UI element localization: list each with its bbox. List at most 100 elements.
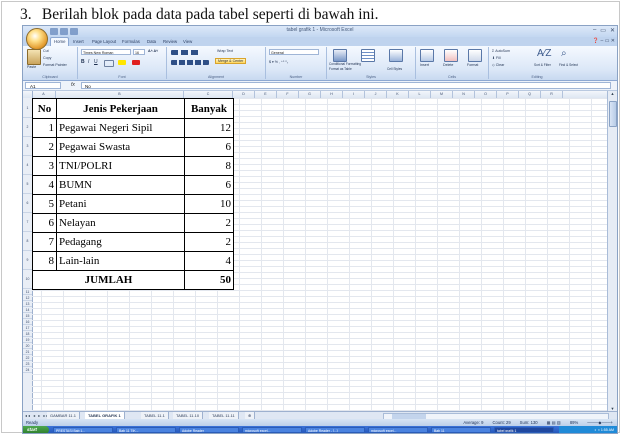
row-header-7[interactable]: 7 xyxy=(23,213,32,232)
column-header-h[interactable]: H xyxy=(321,91,343,98)
cut-button[interactable]: Cut xyxy=(43,49,49,53)
scroll-thumb[interactable] xyxy=(609,101,617,127)
conditional-formatting-button[interactable]: Conditional Formatting xyxy=(329,62,361,66)
row-header-6[interactable]: 6 xyxy=(23,194,32,213)
cell-no[interactable]: 2 xyxy=(32,137,57,157)
cell-job[interactable]: Petani xyxy=(56,194,185,214)
column-header-r[interactable]: R xyxy=(541,91,563,98)
sheet-tab-tabel-11-11[interactable]: TABEL 11.11 xyxy=(209,412,239,419)
format-table-icon[interactable] xyxy=(361,49,375,62)
clear-button[interactable]: ◇ Clear xyxy=(492,63,504,67)
row-header-9[interactable]: 9 xyxy=(23,251,32,270)
row-header-5[interactable]: 5 xyxy=(23,175,32,194)
name-box[interactable]: A1 xyxy=(25,82,61,89)
header-job[interactable]: Jenis Pekerjaan xyxy=(56,98,185,119)
cell-no[interactable]: 1 xyxy=(32,118,57,138)
cell-no[interactable]: 3 xyxy=(32,156,57,176)
sort-filter-button[interactable]: Sort & Filter xyxy=(534,63,551,67)
tab-view[interactable]: View xyxy=(180,38,195,45)
cell-count[interactable]: 2 xyxy=(184,232,234,252)
column-header-a[interactable]: A xyxy=(32,91,56,98)
cell-job[interactable]: Pegawai Swasta xyxy=(56,137,185,157)
grow-font-icon[interactable]: A˄ A˅ xyxy=(148,49,158,53)
taskbar-item[interactable]: Adobe Reader - [...] xyxy=(305,427,365,433)
font-color-icon[interactable] xyxy=(132,60,140,65)
tab-formulas[interactable]: Formulas xyxy=(119,38,143,45)
cell-job[interactable]: Pedagang xyxy=(56,232,185,252)
sheet-tab-tabel-11-10[interactable]: TABEL 11.10 xyxy=(173,412,204,419)
sheet-tab-tabel-11-1[interactable]: TABEL 11.1 xyxy=(141,412,169,419)
cell-count[interactable]: 10 xyxy=(184,194,234,214)
cell-styles-button[interactable]: Cell Styles xyxy=(387,67,402,71)
delete-button[interactable]: Delete xyxy=(443,63,453,67)
start-button[interactable]: start xyxy=(23,426,49,433)
cell-count[interactable]: 6 xyxy=(184,175,234,195)
align-center-icon[interactable] xyxy=(171,60,209,65)
view-buttons-icon[interactable]: ▦ ▤ ▥ xyxy=(547,419,561,426)
close-button[interactable]: ✕ xyxy=(610,27,615,34)
cell-job[interactable]: Nelayan xyxy=(56,213,185,233)
format-cells-icon[interactable] xyxy=(468,49,482,62)
underline-icon[interactable]: U xyxy=(94,59,98,65)
insert-sheet-icon[interactable]: ⊕ xyxy=(245,412,256,419)
taskbar-item[interactable]: Bab 11 xyxy=(431,427,491,433)
maximize-button[interactable]: ▭ xyxy=(600,27,606,34)
taskbar-item[interactable]: Bab 11 TIK... xyxy=(116,427,176,433)
paste-icon[interactable] xyxy=(27,49,41,65)
cell-job[interactable]: Pegawai Negeri Sipil xyxy=(56,118,185,138)
format-as-table-button[interactable]: Format as Table xyxy=(329,67,352,71)
fill-button[interactable]: ⬇ Fill xyxy=(492,56,501,60)
autosum-button[interactable]: Σ AutoSum xyxy=(492,49,510,53)
column-header-j[interactable]: J xyxy=(365,91,387,98)
align-top-icon[interactable] xyxy=(171,50,201,55)
zoom-level[interactable]: 89% xyxy=(570,419,578,426)
fx-icon[interactable]: fx xyxy=(71,82,75,88)
taskbar-item[interactable]: tabel grafik 1 xyxy=(494,427,554,433)
taskbar-item[interactable]: microsoft excel... xyxy=(242,427,302,433)
row-header-10[interactable]: 10 xyxy=(23,270,32,289)
insert-button[interactable]: Insert xyxy=(420,63,429,67)
copy-button[interactable]: Copy xyxy=(43,56,51,60)
sheet-tab-gambar[interactable]: GAMBAR 11.1 xyxy=(47,412,80,419)
tab-review[interactable]: Review xyxy=(160,38,180,45)
format-button[interactable]: Format xyxy=(467,63,478,67)
cell-no[interactable]: 4 xyxy=(32,175,57,195)
cell-count[interactable]: 8 xyxy=(184,156,234,176)
column-header-i[interactable]: I xyxy=(343,91,365,98)
cell-count[interactable]: 4 xyxy=(184,251,234,271)
column-header-c[interactable]: C xyxy=(184,91,233,98)
cell-styles-icon[interactable] xyxy=(389,49,403,62)
fill-color-icon[interactable] xyxy=(118,60,126,65)
tab-insert[interactable]: Insert xyxy=(70,38,87,45)
scroll-up-icon[interactable]: ▲ xyxy=(608,91,617,96)
font-size-combo[interactable]: 16 xyxy=(133,49,145,55)
find-select-icon[interactable]: ⌕ xyxy=(561,48,567,59)
column-header-f[interactable]: F xyxy=(277,91,299,98)
number-format-combo[interactable]: General xyxy=(269,49,319,55)
minimize-button[interactable]: – xyxy=(593,27,596,34)
find-select-button[interactable]: Find & Select xyxy=(559,63,578,67)
column-header-k[interactable]: K xyxy=(387,91,409,98)
bold-icon[interactable]: B xyxy=(81,59,85,65)
column-header-d[interactable]: D xyxy=(233,91,255,98)
row-header-3[interactable]: 3 xyxy=(23,137,32,156)
column-header-n[interactable]: N xyxy=(453,91,475,98)
taskbar-item[interactable]: PRESTASI Bab 1... xyxy=(53,427,113,433)
cell-no[interactable]: 7 xyxy=(32,232,57,252)
row-header-1[interactable]: 1 xyxy=(23,98,32,118)
column-header-o[interactable]: O xyxy=(475,91,497,98)
italic-icon[interactable]: I xyxy=(88,59,89,65)
column-header-b[interactable]: B xyxy=(56,91,184,98)
cell-no[interactable]: 8 xyxy=(32,251,57,271)
sort-filter-icon[interactable]: A⁄Z xyxy=(537,48,551,59)
cell-no[interactable]: 6 xyxy=(32,213,57,233)
total-value[interactable]: 50 xyxy=(184,270,234,290)
delete-cells-icon[interactable] xyxy=(444,49,458,62)
column-header-p[interactable]: P xyxy=(497,91,519,98)
row-header-24[interactable]: 24 xyxy=(23,367,32,373)
formula-input[interactable]: No xyxy=(81,82,611,89)
cell-count[interactable]: 6 xyxy=(184,137,234,157)
column-header-m[interactable]: M xyxy=(431,91,453,98)
zoom-slider[interactable]: –───◆───+ xyxy=(587,419,613,426)
column-header-l[interactable]: L xyxy=(409,91,431,98)
